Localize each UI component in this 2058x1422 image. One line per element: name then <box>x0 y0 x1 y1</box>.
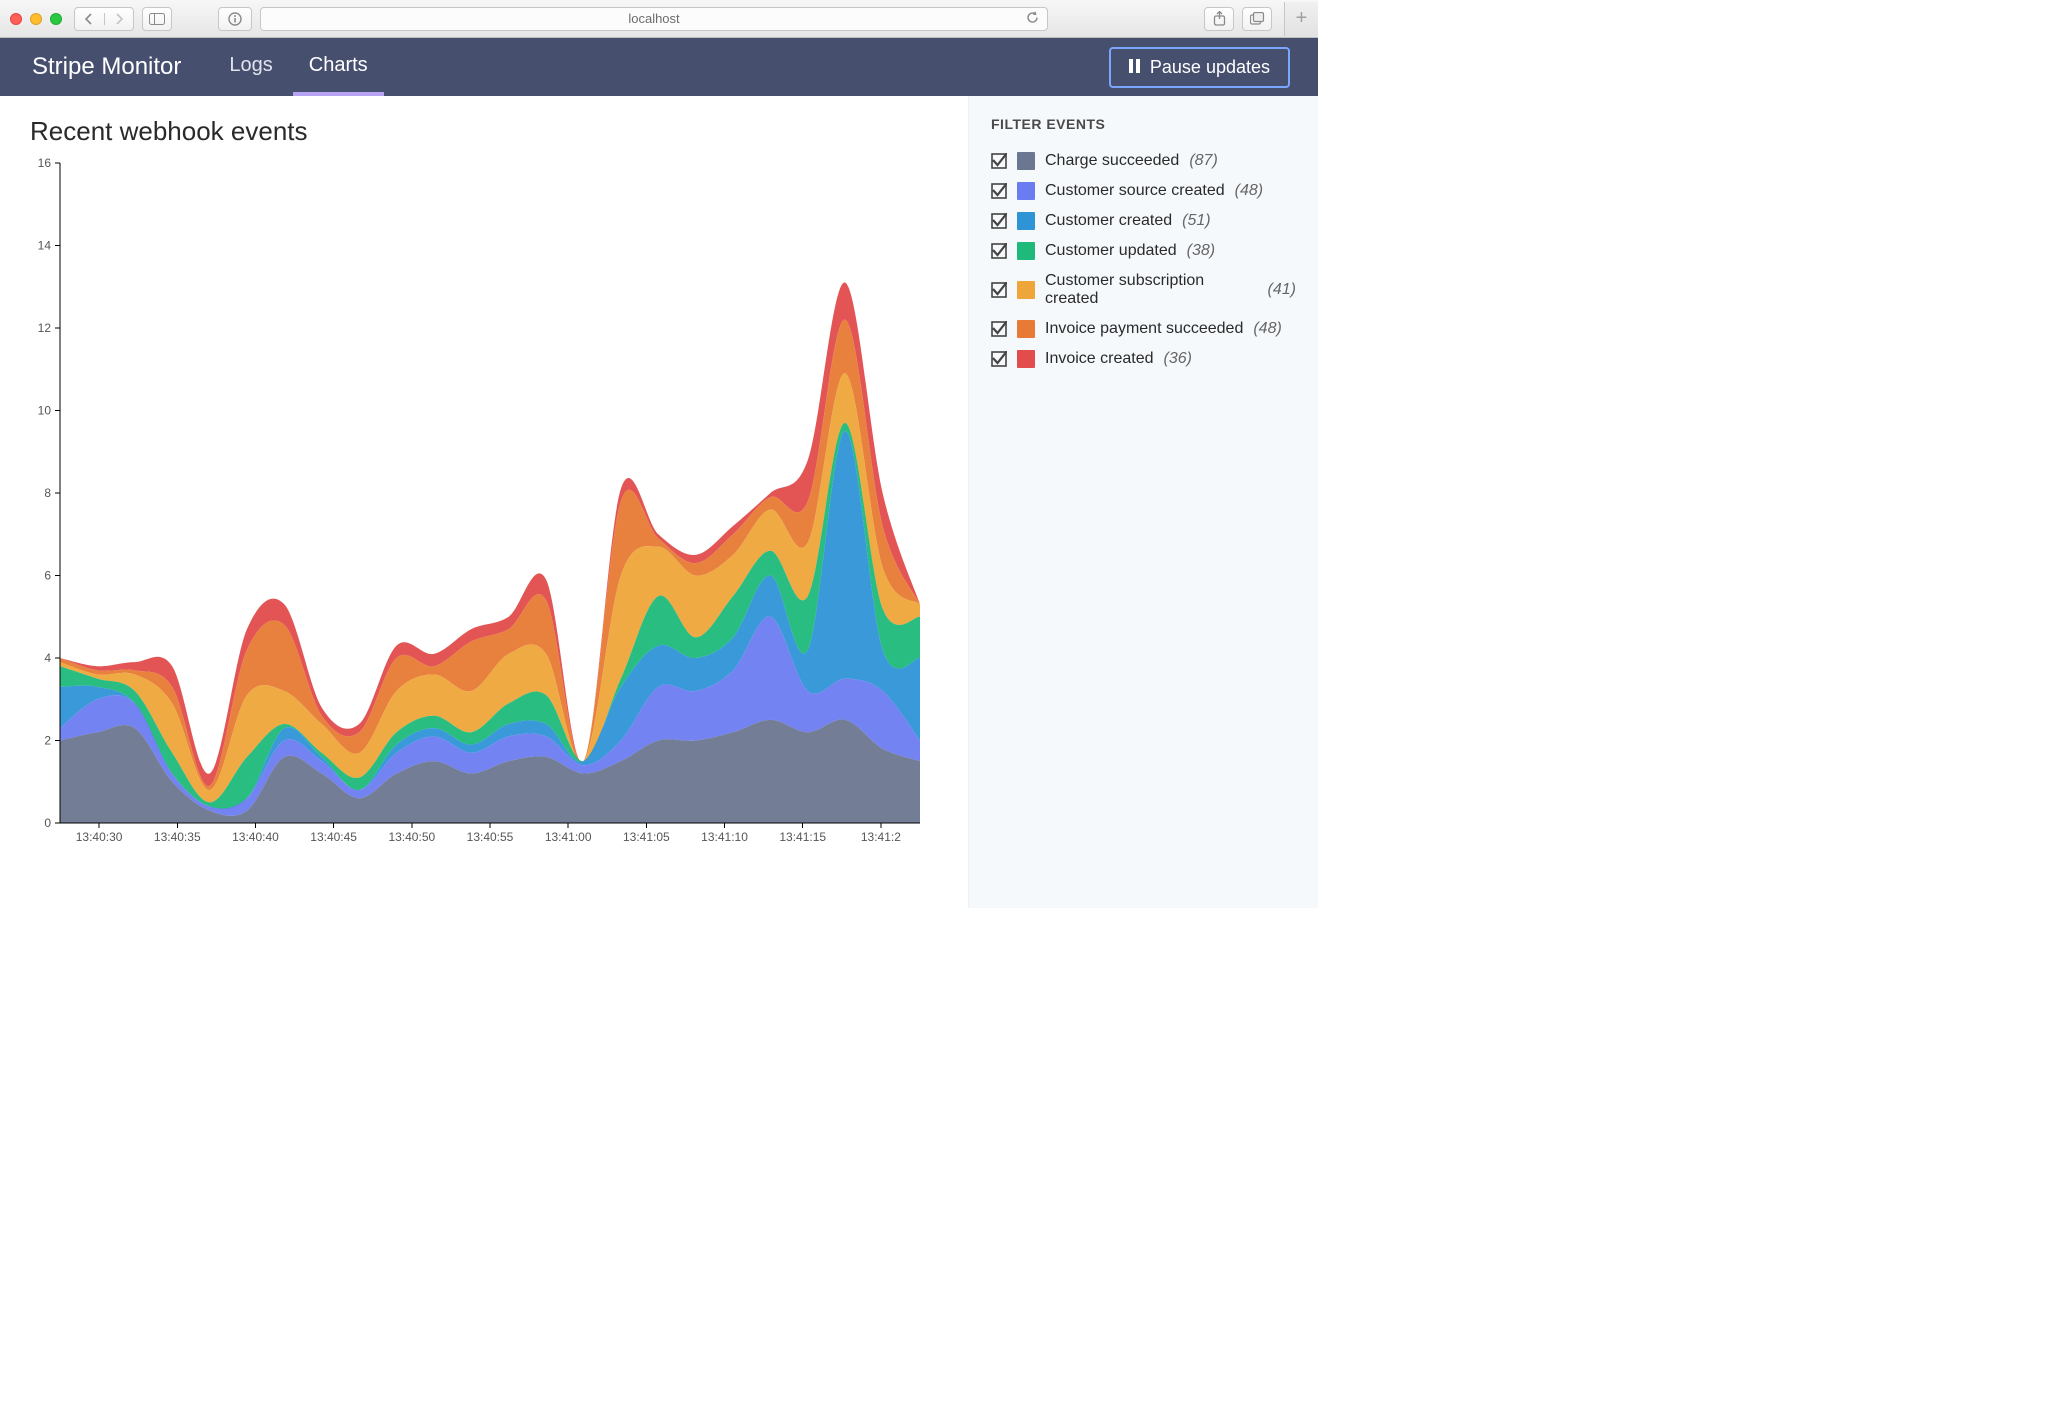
reader-content-button[interactable] <box>218 7 252 31</box>
address-bar[interactable]: localhost <box>260 7 1048 31</box>
webhook-events-chart: 024681012141613:40:3013:40:3513:40:4013:… <box>30 153 930 853</box>
y-tick-label: 14 <box>38 239 52 253</box>
checkbox-checked-icon <box>991 153 1007 169</box>
y-tick-label: 4 <box>44 651 51 665</box>
share-icon <box>1213 11 1226 26</box>
y-tick-label: 6 <box>44 569 51 583</box>
x-tick-label: 13:41:15 <box>779 830 826 844</box>
back-button[interactable] <box>75 13 105 25</box>
checkbox-checked-icon <box>991 321 1007 337</box>
zoom-window-button[interactable] <box>50 13 62 25</box>
x-tick-label: 13:41:00 <box>545 830 592 844</box>
series-swatch <box>1017 320 1035 338</box>
chart-title: Recent webhook events <box>30 116 960 147</box>
chevron-right-icon <box>114 13 124 25</box>
chevron-left-icon <box>84 13 94 25</box>
share-button[interactable] <box>1204 7 1234 31</box>
series-swatch <box>1017 350 1035 368</box>
filter-item-label: Customer source created <box>1045 182 1225 200</box>
filter-item-label: Customer subscription created <box>1045 272 1258 308</box>
series-swatch <box>1017 281 1035 299</box>
nav-back-forward <box>74 7 134 31</box>
app-header: Stripe Monitor LogsCharts Pause updates <box>0 38 1318 96</box>
series-swatch <box>1017 182 1035 200</box>
filter-item-5[interactable]: Invoice payment succeeded (48) <box>991 314 1296 344</box>
y-tick-label: 2 <box>44 734 51 748</box>
filter-item-label: Invoice created <box>1045 350 1154 368</box>
new-tab-button[interactable]: + <box>1284 2 1318 36</box>
info-icon <box>228 12 242 26</box>
filter-heading: Filter events <box>991 116 1296 132</box>
minimize-window-button[interactable] <box>30 13 42 25</box>
tabs-icon <box>1250 12 1265 25</box>
filter-item-4[interactable]: Customer subscription created (41) <box>991 266 1296 314</box>
filter-item-count: (48) <box>1253 320 1281 338</box>
filter-item-0[interactable]: Charge succeeded (87) <box>991 146 1296 176</box>
x-axis: 13:40:30 13:40:35 13:40:40 13:40:45 13:40:50… <box>60 823 920 844</box>
filter-item-1[interactable]: Customer source created (48) <box>991 176 1296 206</box>
app-title: Stripe Monitor <box>32 53 181 81</box>
close-window-button[interactable] <box>10 13 22 25</box>
y-tick-label: 10 <box>38 404 52 418</box>
filter-item-label: Charge succeeded <box>1045 152 1179 170</box>
x-tick-label: 13:40:55 <box>467 830 514 844</box>
checkbox-checked-icon <box>991 243 1007 259</box>
nav-tab-charts[interactable]: Charts <box>293 38 384 96</box>
y-tick-label: 16 <box>38 156 52 170</box>
y-axis: 0 2 4 6 8 10 12 14 16 <box>38 156 60 830</box>
chart-pane: Recent webhook events 0 2 4 6 8 10 12 14 16 13:40… <box>0 96 968 908</box>
filter-item-count: (36) <box>1164 350 1192 368</box>
sidebar-toggle-button[interactable] <box>142 7 172 31</box>
y-tick-label: 0 <box>44 816 51 830</box>
x-tick-label: 13:41:05 <box>623 830 670 844</box>
x-tick-label: 13:41:10 <box>701 830 748 844</box>
x-tick-label: 13:40:50 <box>388 830 435 844</box>
x-tick-label: 13:40:40 <box>232 830 279 844</box>
filter-item-2[interactable]: Customer created (51) <box>991 206 1296 236</box>
series-swatch <box>1017 242 1035 260</box>
series-swatch <box>1017 152 1035 170</box>
series-swatch <box>1017 212 1035 230</box>
filter-list: Charge succeeded (87) Customer source cr… <box>991 146 1296 374</box>
browser-chrome: localhost + <box>0 0 1318 38</box>
x-tick-label: 13:41:2 <box>861 830 901 844</box>
filter-item-6[interactable]: Invoice created (36) <box>991 344 1296 374</box>
nav-tab-logs[interactable]: Logs <box>213 38 288 96</box>
filter-item-label: Customer updated <box>1045 242 1177 260</box>
checkbox-checked-icon <box>991 183 1007 199</box>
reload-button[interactable] <box>1026 11 1039 27</box>
checkbox-checked-icon <box>991 282 1007 298</box>
reload-icon <box>1026 11 1039 24</box>
filter-item-count: (38) <box>1187 242 1215 260</box>
forward-button[interactable] <box>105 13 134 25</box>
address-bar-text: localhost <box>628 11 679 26</box>
window-controls <box>10 13 62 25</box>
filter-item-3[interactable]: Customer updated (38) <box>991 236 1296 266</box>
pause-updates-button[interactable]: Pause updates <box>1109 47 1290 88</box>
filter-item-count: (87) <box>1189 152 1217 170</box>
y-tick-label: 8 <box>44 486 51 500</box>
filter-item-count: (48) <box>1235 182 1263 200</box>
filter-item-label: Customer created <box>1045 212 1172 230</box>
plus-icon: + <box>1296 7 1308 30</box>
filter-item-count: (51) <box>1182 212 1210 230</box>
filter-panel: Filter events Charge succeeded (87) Cust… <box>968 96 1318 908</box>
pause-updates-label: Pause updates <box>1150 57 1270 78</box>
tabs-button[interactable] <box>1242 7 1272 31</box>
nav-tabs: LogsCharts <box>213 38 383 96</box>
x-tick-label: 13:40:35 <box>154 830 201 844</box>
sidebar-icon <box>149 13 165 25</box>
filter-item-count: (41) <box>1268 281 1296 299</box>
x-tick-label: 13:40:45 <box>310 830 357 844</box>
checkbox-checked-icon <box>991 351 1007 367</box>
checkbox-checked-icon <box>991 213 1007 229</box>
pause-icon <box>1129 57 1140 78</box>
x-tick-label: 13:40:30 <box>76 830 123 844</box>
filter-item-label: Invoice payment succeeded <box>1045 320 1243 338</box>
y-tick-label: 12 <box>38 321 52 335</box>
